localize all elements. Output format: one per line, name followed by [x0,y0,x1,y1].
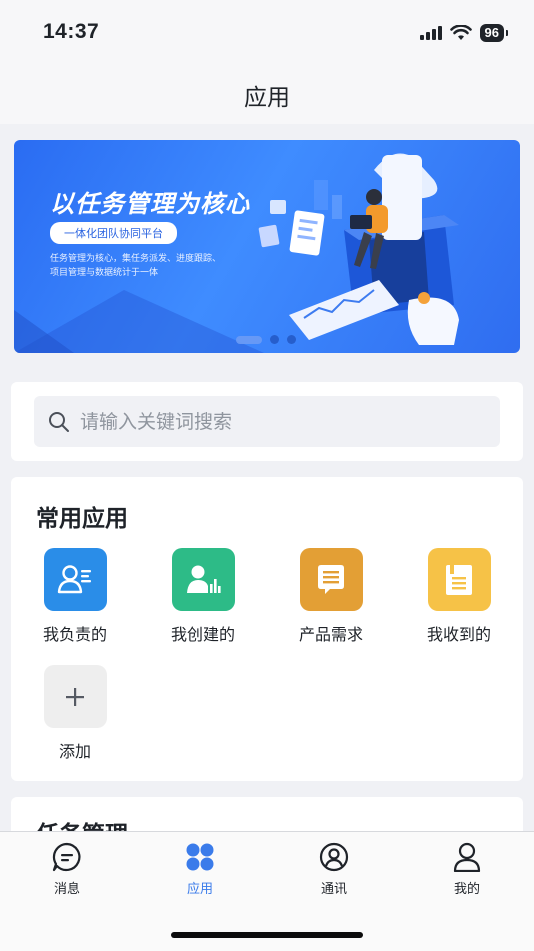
app-label: 我收到的 [426,625,491,644]
tab-label: 消息 [53,882,80,897]
document-icon [427,548,491,611]
wifi-icon [449,25,472,40]
app-product-requirements[interactable]: 产品需求 [276,548,386,645]
page-title: 应用 [244,85,290,111]
person-chart-icon [171,548,235,611]
message-doc-icon [299,548,363,611]
search-card [11,382,523,461]
app-add[interactable]: 添加 [20,665,130,762]
banner-title: 以任务管理为核心 [50,190,250,218]
carousel-dots [236,335,296,344]
search-input[interactable] [78,409,482,434]
battery-tip [506,30,508,36]
contacts-icon [319,842,349,872]
banner-illustration [14,153,459,353]
promo-banner[interactable]: 以任务管理为核心 一体化团队协同平台 任务管理为核心，集任务派发、进度跟踪、 项… [14,140,520,353]
banner-desc-line2: 项目管理与数据统计于一体 [50,268,159,278]
tab-contacts[interactable]: 通讯 [294,842,374,897]
search-icon [49,411,69,432]
search-box[interactable] [34,396,500,447]
tab-profile[interactable]: 我的 [427,842,507,897]
tab-label: 应用 [186,882,213,897]
home-indicator [171,932,363,938]
app-label: 我创建的 [170,625,235,644]
common-apps-card: 常用应用 我负责的 我创建的 产品需求 我收到的 添加 [11,477,523,781]
section-title-common-apps: 常用应用 [36,506,128,532]
status-time: 14:37 [43,20,100,43]
tab-apps[interactable]: 应用 [160,842,240,897]
apps-grid-icon [186,843,214,871]
tab-messages[interactable]: 消息 [27,842,107,897]
tab-label: 我的 [453,882,480,897]
chat-icon [52,842,81,872]
carousel-dot[interactable] [287,335,296,344]
person-list-icon [43,548,107,611]
app-label: 添加 [58,742,91,761]
banner-tag: 一体化团队协同平台 [50,222,177,244]
app-label: 产品需求 [298,625,363,644]
profile-icon [453,842,481,873]
cellular-signal-icon [419,26,442,40]
carousel-dot-active[interactable] [236,335,262,344]
status-bar: 14:37 96 [0,0,534,66]
app-label: 我负责的 [42,625,107,644]
battery-indicator: 96 [479,24,504,42]
status-icons: 96 [419,24,508,42]
app-my-created[interactable]: 我创建的 [148,548,258,645]
banner-description: 任务管理为核心，集任务派发、进度跟踪、 项目管理与数据统计于一体 [50,252,221,280]
tab-label: 通讯 [320,882,347,897]
nav-bar: 应用 [0,66,534,124]
app-my-received[interactable]: 我收到的 [404,548,514,645]
app-my-responsible[interactable]: 我负责的 [20,548,130,645]
plus-icon [43,665,107,728]
banner-desc-line1: 任务管理为核心，集任务派发、进度跟踪、 [50,254,222,264]
carousel-dot[interactable] [270,335,279,344]
